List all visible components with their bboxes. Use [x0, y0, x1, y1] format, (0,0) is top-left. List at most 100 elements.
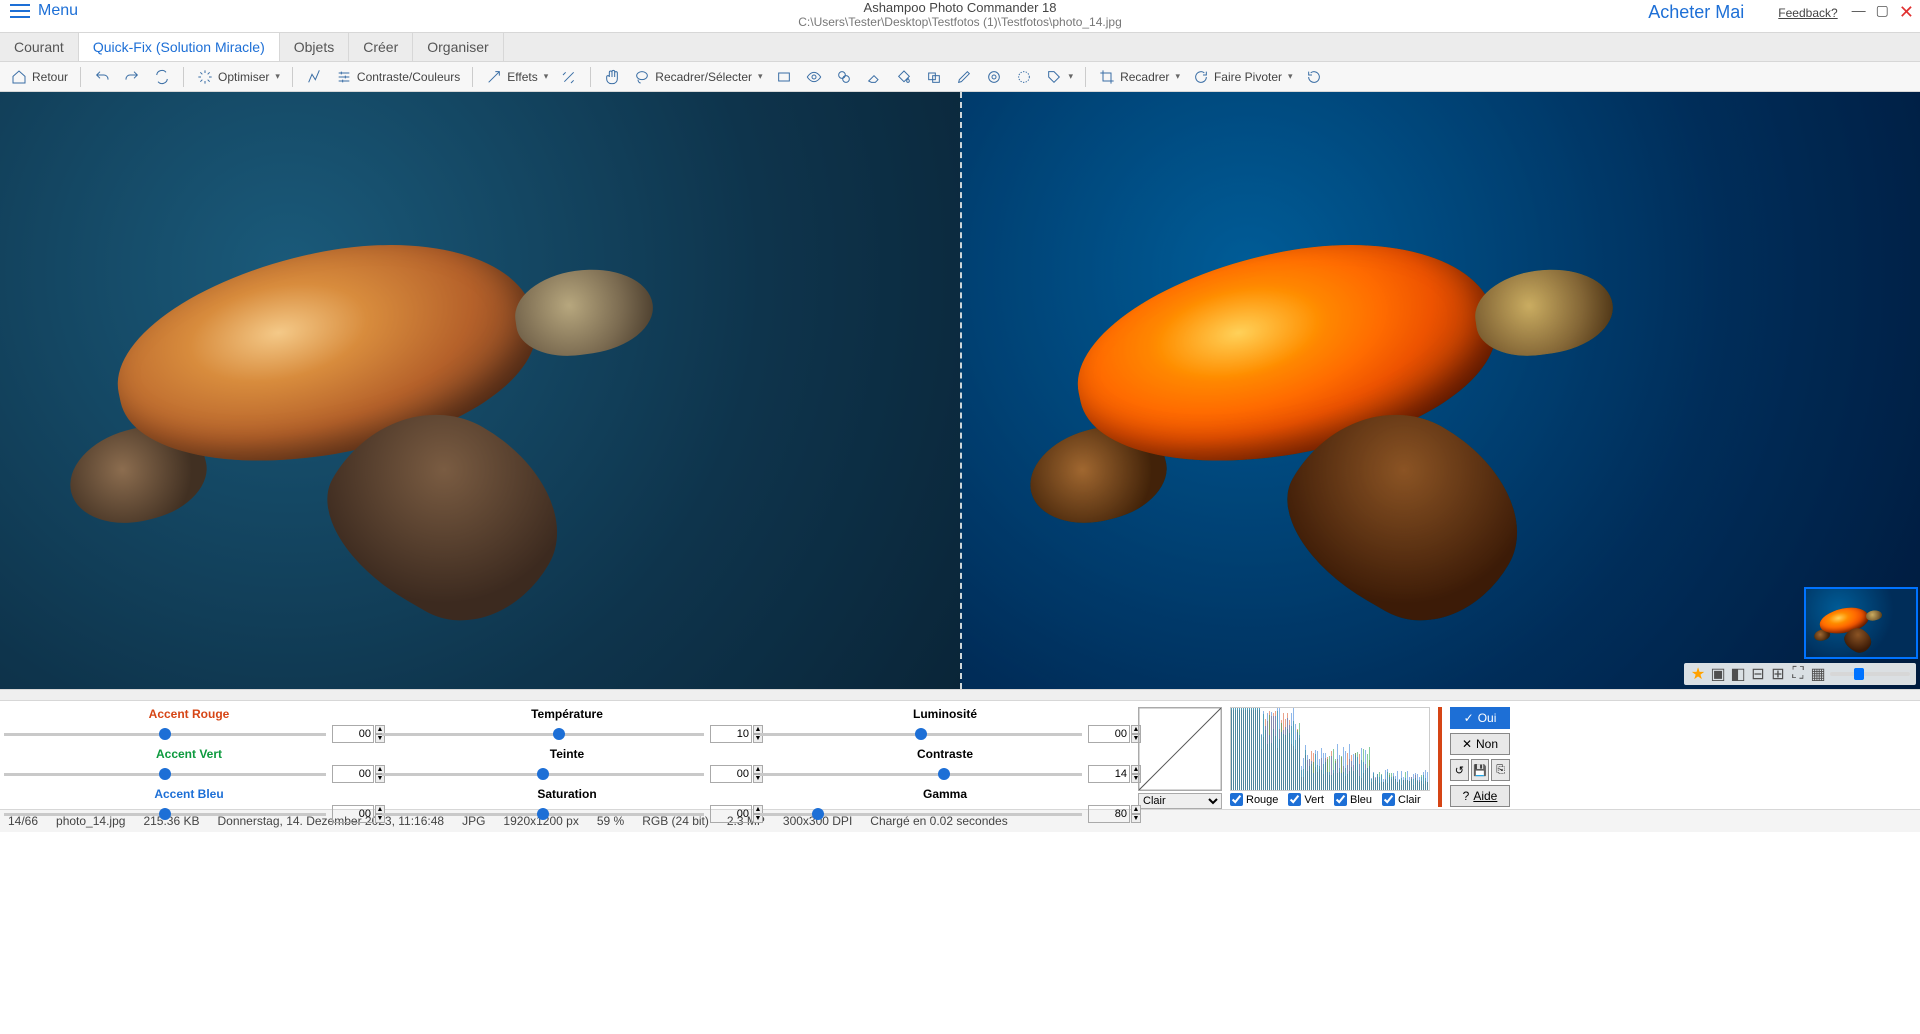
- optimize-button[interactable]: Optimiser ▾: [192, 66, 284, 88]
- tone-label-2: Saturation: [382, 787, 752, 801]
- levels-icon: [305, 68, 323, 86]
- stamp-button[interactable]: [921, 66, 947, 88]
- tab-creer[interactable]: Créer: [349, 33, 413, 61]
- rotate-button[interactable]: Faire Pivoter▾: [1188, 66, 1297, 88]
- fill-button[interactable]: [891, 66, 917, 88]
- tone-slider-2[interactable]: [382, 807, 704, 821]
- accent-slider-0[interactable]: [4, 727, 326, 741]
- accent-label-2: Accent Bleu: [4, 787, 374, 801]
- accent-spin-2[interactable]: 00▲▼: [332, 805, 374, 823]
- accent-spin-0[interactable]: 00▲▼: [332, 725, 374, 743]
- light-spin-0[interactable]: 00▲▼: [1088, 725, 1130, 743]
- tone-slider-0[interactable]: [382, 727, 704, 741]
- zoomout-icon[interactable]: ⊟: [1750, 666, 1766, 682]
- frame-button[interactable]: [771, 66, 797, 88]
- buy-link[interactable]: Acheter Mai: [1648, 2, 1744, 23]
- separator: [1085, 67, 1086, 87]
- navigator-thumbnail[interactable]: [1804, 587, 1918, 659]
- check-clair[interactable]: Clair: [1382, 793, 1421, 806]
- actual-icon[interactable]: ◧: [1730, 666, 1746, 682]
- tab-organiser[interactable]: Organiser: [413, 33, 503, 61]
- feedback-link[interactable]: Feedback?: [1778, 6, 1837, 20]
- tone-spin-2[interactable]: 00▲▼: [710, 805, 752, 823]
- histogram-checks: Rouge Vert Bleu Clair: [1230, 793, 1430, 806]
- minimize-icon[interactable]: —: [1852, 2, 1866, 23]
- image-original[interactable]: [0, 92, 960, 689]
- blur-icon: [1015, 68, 1033, 86]
- repeat-button[interactable]: [149, 66, 175, 88]
- wand-icon: [485, 68, 503, 86]
- zoom-slider[interactable]: [1830, 672, 1910, 676]
- accent-slider-2[interactable]: [4, 807, 326, 821]
- reset-button[interactable]: ↺: [1450, 759, 1469, 781]
- tone-spin-1[interactable]: 00▲▼: [710, 765, 752, 783]
- light-spin-2[interactable]: 80▲▼: [1088, 805, 1130, 823]
- tab-quickfix[interactable]: Quick-Fix (Solution Miracle): [79, 33, 280, 61]
- tag-button[interactable]: ▾: [1041, 66, 1078, 88]
- pencil-button[interactable]: [951, 66, 977, 88]
- crop-select-button[interactable]: Recadrer/Sélecter▾: [629, 66, 766, 88]
- rotate-ccw-button[interactable]: [1301, 66, 1327, 88]
- chevron-down-icon: ▾: [758, 71, 763, 82]
- heal-button[interactable]: [981, 66, 1007, 88]
- clone-icon: [835, 68, 853, 86]
- copy-button[interactable]: ⎘: [1491, 759, 1510, 781]
- maximize-icon[interactable]: ▢: [1876, 2, 1889, 23]
- effects-button[interactable]: Effets▾: [481, 66, 552, 88]
- redo-button[interactable]: [119, 66, 145, 88]
- light-slider-2[interactable]: [760, 807, 1082, 821]
- close-icon[interactable]: ✕: [1899, 2, 1914, 23]
- clone-button[interactable]: [831, 66, 857, 88]
- chevron-down-icon: ▾: [1175, 71, 1180, 82]
- hand-button[interactable]: [599, 66, 625, 88]
- compare-divider[interactable]: [960, 92, 962, 689]
- tone-curve[interactable]: [1138, 707, 1222, 791]
- star-icon[interactable]: ★: [1690, 666, 1706, 682]
- accent-spin-1[interactable]: 00▲▼: [332, 765, 374, 783]
- light-slider-1[interactable]: [760, 767, 1082, 781]
- accent-column: Accent Rouge 00▲▼ Accent Vert 00▲▼ Accent Bl…: [4, 707, 374, 807]
- cancel-button[interactable]: ✕ Non: [1450, 733, 1510, 755]
- undo-button[interactable]: [89, 66, 115, 88]
- chevron-down-icon: ▾: [1069, 71, 1074, 82]
- check-vert[interactable]: Vert: [1288, 793, 1324, 806]
- menu-button[interactable]: Menu: [0, 0, 88, 20]
- grid-icon[interactable]: ▦: [1810, 666, 1826, 682]
- image-preview[interactable]: ★ ▣ ◧ ⊟ ⊞ ⛶ ▦: [960, 92, 1920, 689]
- fullscreen-icon[interactable]: ⛶: [1790, 666, 1806, 682]
- separator: [472, 67, 473, 87]
- erase-button[interactable]: [861, 66, 887, 88]
- save-button[interactable]: 💾: [1471, 759, 1490, 781]
- rotate-icon: [1192, 68, 1210, 86]
- magic-icon: [560, 68, 578, 86]
- accent-slider-1[interactable]: [4, 767, 326, 781]
- tone-slider-1[interactable]: [382, 767, 704, 781]
- hand-icon: [603, 68, 621, 86]
- redeye-button[interactable]: [801, 66, 827, 88]
- crop-button[interactable]: Recadrer▾: [1094, 66, 1184, 88]
- tab-objets[interactable]: Objets: [280, 33, 349, 61]
- zoomin-icon[interactable]: ⊞: [1770, 666, 1786, 682]
- check-bleu[interactable]: Bleu: [1334, 793, 1372, 806]
- accent-label-1: Accent Vert: [4, 747, 374, 761]
- back-button[interactable]: Retour: [6, 66, 72, 88]
- light-spin-1[interactable]: 14▲▼: [1088, 765, 1130, 783]
- rotate-ccw-icon: [1305, 68, 1323, 86]
- accent-label-0: Accent Rouge: [4, 707, 374, 721]
- adjust-button[interactable]: Contraste/Couleurs: [331, 66, 464, 88]
- ok-button[interactable]: ✓ Oui: [1450, 707, 1510, 729]
- chevron-down-icon: ▾: [1288, 71, 1293, 82]
- blur-button[interactable]: [1011, 66, 1037, 88]
- magic-button[interactable]: [556, 66, 582, 88]
- fit-icon[interactable]: ▣: [1710, 666, 1726, 682]
- help-button[interactable]: ? Aide: [1450, 785, 1510, 807]
- frame-icon: [775, 68, 793, 86]
- sparkle-icon: [196, 68, 214, 86]
- light-label-2: Gamma: [760, 787, 1130, 801]
- tab-courant[interactable]: Courant: [0, 33, 79, 61]
- tone-spin-0[interactable]: 10▲▼: [710, 725, 752, 743]
- light-slider-0[interactable]: [760, 727, 1082, 741]
- levels-button[interactable]: [301, 66, 327, 88]
- check-rouge[interactable]: Rouge: [1230, 793, 1278, 806]
- curve-channel-select[interactable]: Clair: [1138, 793, 1222, 809]
